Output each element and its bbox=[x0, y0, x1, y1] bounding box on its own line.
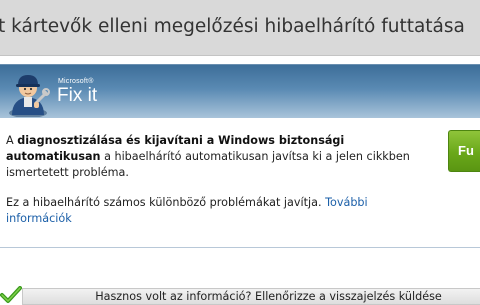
fixit-logo: Microsoft® Fix it bbox=[6, 69, 106, 117]
run-fixit-button[interactable]: Fu bbox=[448, 130, 480, 172]
microsoft-label: Microsoft® bbox=[58, 78, 94, 85]
green-check-icon bbox=[0, 286, 22, 303]
fixit-header: Microsoft® Fix it bbox=[0, 65, 480, 118]
description-paragraph-2: Ez a hibaelhárító számos különböző probl… bbox=[6, 195, 426, 227]
fixit-panel: Microsoft® Fix it A diagnosztizálása és … bbox=[0, 64, 480, 248]
mechanic-with-wrench-icon bbox=[9, 75, 50, 117]
title-bar: t kártevők elleni megelőzési hibaelhárít… bbox=[0, 0, 480, 56]
description-text-2: Ez a hibaelhárító számos különböző probl… bbox=[6, 196, 326, 209]
description-paragraph-1: A diagnosztizálása és kijavítani a Windo… bbox=[6, 133, 426, 181]
feedback-text[interactable]: Hasznos volt az információ? Ellenőrizze … bbox=[22, 288, 480, 305]
description-prefix: A bbox=[6, 134, 18, 147]
fixit-description: A diagnosztizálása és kijavítani a Windo… bbox=[6, 133, 426, 241]
page-title: t kártevők elleni megelőzési hibaelhárít… bbox=[0, 16, 465, 37]
feedback-bar[interactable]: Hasznos volt az információ? Ellenőrizze … bbox=[0, 284, 480, 305]
fixit-label: Fix it bbox=[57, 85, 98, 106]
